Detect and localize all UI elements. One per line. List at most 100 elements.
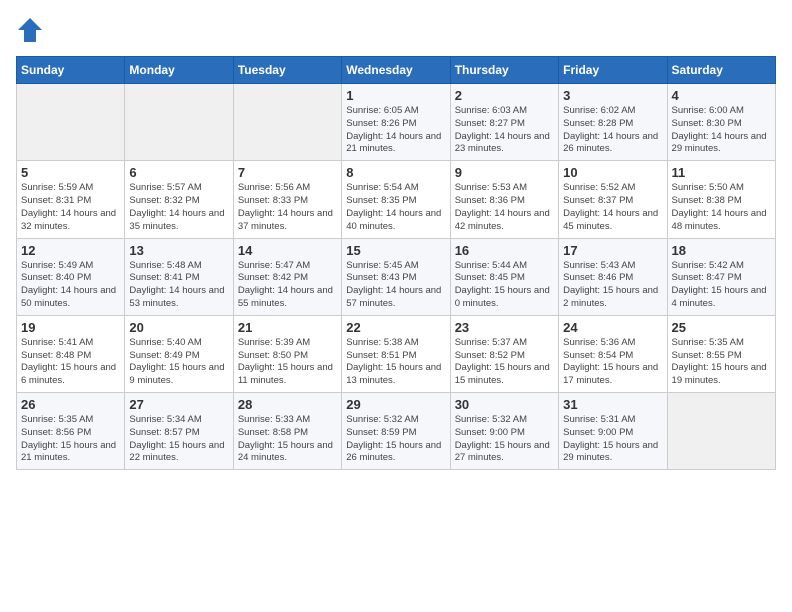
day-info: Sunrise: 5:47 AMSunset: 8:42 PMDaylight:…: [238, 260, 337, 311]
day-number: 16: [455, 243, 554, 258]
weekday-header: Thursday: [450, 57, 558, 84]
day-info: Sunrise: 5:40 AMSunset: 8:49 PMDaylight:…: [129, 337, 228, 388]
day-info: Sunrise: 5:35 AMSunset: 8:56 PMDaylight:…: [21, 414, 120, 465]
day-number: 19: [21, 320, 120, 335]
logo: [16, 16, 48, 44]
day-info: Sunrise: 5:44 AMSunset: 8:45 PMDaylight:…: [455, 260, 554, 311]
day-number: 26: [21, 397, 120, 412]
day-number: 22: [346, 320, 445, 335]
calendar-cell: [17, 84, 125, 161]
day-number: 15: [346, 243, 445, 258]
calendar-cell: 29 Sunrise: 5:32 AMSunset: 8:59 PMDayligh…: [342, 393, 450, 470]
day-number: 10: [563, 165, 662, 180]
weekday-header: Monday: [125, 57, 233, 84]
weekday-header: Saturday: [667, 57, 775, 84]
calendar-table: SundayMondayTuesdayWednesdayThursdayFrid…: [16, 56, 776, 470]
weekday-header: Sunday: [17, 57, 125, 84]
calendar-week-row: 1Sunrise: 6:05 AMSunset: 8:26 PMDaylight…: [17, 84, 776, 161]
day-number: 31: [563, 397, 662, 412]
day-number: 12: [21, 243, 120, 258]
day-info: Sunrise: 5:52 AMSunset: 8:37 PMDaylight:…: [563, 182, 662, 233]
day-number: 2: [455, 88, 554, 103]
day-info: Sunrise: 5:35 AMSunset: 8:55 PMDaylight:…: [672, 337, 771, 388]
day-number: 20: [129, 320, 228, 335]
day-info: Sunrise: 5:33 AMSunset: 8:58 PMDaylight:…: [238, 414, 337, 465]
day-number: 8: [346, 165, 445, 180]
day-info: Sunrise: 5:36 AMSunset: 8:54 PMDaylight:…: [563, 337, 662, 388]
day-number: 11: [672, 165, 771, 180]
calendar-cell: 16 Sunrise: 5:44 AMSunset: 8:45 PMDayligh…: [450, 238, 558, 315]
calendar-body: 1Sunrise: 6:05 AMSunset: 8:26 PMDaylight…: [17, 84, 776, 470]
calendar-cell: 26 Sunrise: 5:35 AMSunset: 8:56 PMDayligh…: [17, 393, 125, 470]
day-info: Sunrise: 5:37 AMSunset: 8:52 PMDaylight:…: [455, 337, 554, 388]
day-number: 3: [563, 88, 662, 103]
day-info: Sunrise: 5:42 AMSunset: 8:47 PMDaylight:…: [672, 260, 771, 311]
calendar-cell: 30 Sunrise: 5:32 AMSunset: 9:00 PMDayligh…: [450, 393, 558, 470]
day-info: Sunrise: 5:32 AMSunset: 9:00 PMDaylight:…: [455, 414, 554, 465]
day-info: Sunrise: 6:00 AMSunset: 8:30 PMDaylight:…: [672, 105, 771, 156]
calendar-cell: [233, 84, 341, 161]
day-number: 1: [346, 88, 445, 103]
calendar-cell: 31 Sunrise: 5:31 AMSunset: 9:00 PMDayligh…: [559, 393, 667, 470]
day-number: 5: [21, 165, 120, 180]
day-info: Sunrise: 5:57 AMSunset: 8:32 PMDaylight:…: [129, 182, 228, 233]
day-info: Sunrise: 5:56 AMSunset: 8:33 PMDaylight:…: [238, 182, 337, 233]
calendar-cell: 9 Sunrise: 5:53 AMSunset: 8:36 PMDaylight…: [450, 161, 558, 238]
day-info: Sunrise: 5:32 AMSunset: 8:59 PMDaylight:…: [346, 414, 445, 465]
day-info: Sunrise: 5:53 AMSunset: 8:36 PMDaylight:…: [455, 182, 554, 233]
day-info: Sunrise: 5:54 AMSunset: 8:35 PMDaylight:…: [346, 182, 445, 233]
day-number: 7: [238, 165, 337, 180]
calendar-cell: 8 Sunrise: 5:54 AMSunset: 8:35 PMDaylight…: [342, 161, 450, 238]
day-info: Sunrise: 6:03 AMSunset: 8:27 PMDaylight:…: [455, 105, 554, 156]
day-number: 17: [563, 243, 662, 258]
calendar-cell: 21Sunrise: 5:39 AMSunset: 8:50 PMDayligh…: [233, 315, 341, 392]
day-info: Sunrise: 5:49 AMSunset: 8:40 PMDaylight:…: [21, 260, 120, 311]
day-number: 29: [346, 397, 445, 412]
calendar-cell: 6 Sunrise: 5:57 AMSunset: 8:32 PMDaylight…: [125, 161, 233, 238]
day-number: 6: [129, 165, 228, 180]
calendar-cell: 27Sunrise: 5:34 AMSunset: 8:57 PMDayligh…: [125, 393, 233, 470]
calendar-week-row: 26 Sunrise: 5:35 AMSunset: 8:56 PMDayligh…: [17, 393, 776, 470]
calendar-cell: 3 Sunrise: 6:02 AMSunset: 8:28 PMDaylight…: [559, 84, 667, 161]
day-number: 18: [672, 243, 771, 258]
day-info: Sunrise: 5:59 AMSunset: 8:31 PMDaylight:…: [21, 182, 120, 233]
calendar-cell: 7 Sunrise: 5:56 AMSunset: 8:33 PMDaylight…: [233, 161, 341, 238]
weekday-header: Tuesday: [233, 57, 341, 84]
calendar-cell: 15Sunrise: 5:45 AMSunset: 8:43 PMDayligh…: [342, 238, 450, 315]
day-info: Sunrise: 5:43 AMSunset: 8:46 PMDaylight:…: [563, 260, 662, 311]
calendar-cell: 10 Sunrise: 5:52 AMSunset: 8:37 PMDayligh…: [559, 161, 667, 238]
calendar-cell: 20 Sunrise: 5:40 AMSunset: 8:49 PMDayligh…: [125, 315, 233, 392]
day-number: 14: [238, 243, 337, 258]
calendar-cell: 11 Sunrise: 5:50 AMSunset: 8:38 PMDayligh…: [667, 161, 775, 238]
day-info: Sunrise: 5:31 AMSunset: 9:00 PMDaylight:…: [563, 414, 662, 465]
day-info: Sunrise: 5:48 AMSunset: 8:41 PMDaylight:…: [129, 260, 228, 311]
day-info: Sunrise: 5:38 AMSunset: 8:51 PMDaylight:…: [346, 337, 445, 388]
day-number: 21: [238, 320, 337, 335]
weekday-header: Friday: [559, 57, 667, 84]
calendar-header: SundayMondayTuesdayWednesdayThursdayFrid…: [17, 57, 776, 84]
calendar-week-row: 5 Sunrise: 5:59 AMSunset: 8:31 PMDaylight…: [17, 161, 776, 238]
day-number: 4: [672, 88, 771, 103]
weekday-row: SundayMondayTuesdayWednesdayThursdayFrid…: [17, 57, 776, 84]
logo-icon: [16, 16, 44, 44]
day-number: 23: [455, 320, 554, 335]
day-info: Sunrise: 5:41 AMSunset: 8:48 PMDaylight:…: [21, 337, 120, 388]
day-info: Sunrise: 5:50 AMSunset: 8:38 PMDaylight:…: [672, 182, 771, 233]
day-number: 13: [129, 243, 228, 258]
day-number: 28: [238, 397, 337, 412]
day-info: Sunrise: 6:02 AMSunset: 8:28 PMDaylight:…: [563, 105, 662, 156]
calendar-cell: 22 Sunrise: 5:38 AMSunset: 8:51 PMDayligh…: [342, 315, 450, 392]
page-header: [16, 16, 776, 44]
calendar-cell: 2 Sunrise: 6:03 AMSunset: 8:27 PMDaylight…: [450, 84, 558, 161]
day-number: 27: [129, 397, 228, 412]
day-number: 30: [455, 397, 554, 412]
calendar-cell: 25 Sunrise: 5:35 AMSunset: 8:55 PMDayligh…: [667, 315, 775, 392]
day-number: 9: [455, 165, 554, 180]
calendar-cell: 13 Sunrise: 5:48 AMSunset: 8:41 PMDayligh…: [125, 238, 233, 315]
calendar-cell: 24Sunrise: 5:36 AMSunset: 8:54 PMDayligh…: [559, 315, 667, 392]
calendar-cell: 4 Sunrise: 6:00 AMSunset: 8:30 PMDaylight…: [667, 84, 775, 161]
day-number: 25: [672, 320, 771, 335]
calendar-cell: [667, 393, 775, 470]
calendar-cell: 17 Sunrise: 5:43 AMSunset: 8:46 PMDayligh…: [559, 238, 667, 315]
calendar-cell: 14 Sunrise: 5:47 AMSunset: 8:42 PMDayligh…: [233, 238, 341, 315]
